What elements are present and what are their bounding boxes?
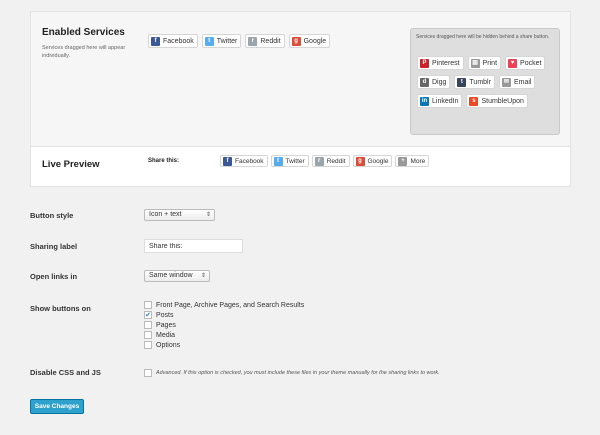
reddit-icon: r bbox=[248, 36, 258, 46]
enabled-services-section: Enabled Services Services dragged here w… bbox=[31, 12, 570, 146]
share-button-facebook[interactable]: f Facebook bbox=[148, 34, 198, 48]
show-buttons-option: ✔ Posts bbox=[144, 310, 304, 320]
share-button-label: More bbox=[410, 157, 426, 165]
facebook-icon: f bbox=[223, 156, 232, 166]
share-button-label: StumbleUpon bbox=[481, 97, 524, 105]
show-buttons-option-label: Pages bbox=[156, 321, 176, 329]
show-buttons-checkbox[interactable]: ✔ bbox=[144, 311, 152, 319]
live-preview-buttons: f Facebook t Twitter r Reddit g Google + More bbox=[220, 155, 430, 167]
show-buttons-checkbox[interactable] bbox=[144, 301, 152, 309]
email-icon: ✉ bbox=[501, 77, 511, 87]
share-button-label: Email bbox=[513, 78, 532, 86]
live-preview-title: Live Preview bbox=[42, 159, 100, 170]
show-buttons-option-label: Media bbox=[156, 331, 176, 339]
more-icon: + bbox=[398, 156, 408, 166]
select-arrows-icon: ⇕ bbox=[205, 212, 211, 218]
share-button-label: Twitter bbox=[285, 157, 305, 165]
share-button-reddit[interactable]: r Reddit bbox=[311, 155, 350, 167]
digg-icon: d bbox=[420, 77, 429, 87]
share-button-label: Facebook bbox=[163, 37, 194, 45]
open-links-label: Open links in bbox=[30, 272, 78, 281]
google-icon: g bbox=[291, 36, 301, 46]
share-button-google[interactable]: g Google bbox=[288, 34, 331, 48]
hidden-services-box: Services dragged here will be hidden beh… bbox=[410, 28, 560, 135]
share-button-label: Reddit bbox=[260, 37, 281, 45]
hidden-services-description: Services dragged here will be hidden beh… bbox=[416, 34, 550, 40]
show-buttons-option-label: Posts bbox=[156, 311, 174, 319]
share-button-digg[interactable]: d Digg bbox=[417, 75, 451, 89]
google-icon: g bbox=[355, 156, 365, 166]
share-button-label: Facebook bbox=[235, 157, 264, 165]
show-buttons-option: Options bbox=[144, 340, 304, 350]
share-button-label: Digg bbox=[432, 78, 447, 86]
share-button-label: Google bbox=[367, 157, 389, 165]
share-button-twitter[interactable]: t Twitter bbox=[201, 34, 242, 48]
show-buttons-options: Front Page, Archive Pages, and Search Re… bbox=[144, 300, 304, 350]
share-button-twitter[interactable]: t Twitter bbox=[270, 155, 309, 167]
share-button-label: Google bbox=[303, 37, 327, 45]
share-button-email[interactable]: ✉ Email bbox=[498, 75, 536, 89]
enabled-services-description: Services dragged here will appear indivi… bbox=[42, 45, 126, 59]
twitter-icon: t bbox=[204, 36, 214, 46]
select-arrows-icon: ⇕ bbox=[200, 273, 206, 279]
facebook-icon: f bbox=[151, 36, 160, 46]
sharing-label-label: Sharing label bbox=[30, 242, 78, 251]
share-button-tumblr[interactable]: t Tumblr bbox=[454, 75, 495, 89]
disable-css-row: Advanced. If this option is checked, you… bbox=[144, 369, 440, 377]
disable-css-help: Advanced. If this option is checked, you… bbox=[156, 370, 440, 376]
sharing-services-panel: Enabled Services Services dragged here w… bbox=[30, 11, 571, 187]
share-button-linkedin[interactable]: in LinkedIn bbox=[417, 94, 463, 108]
share-button-print[interactable]: ▤ Print bbox=[467, 56, 502, 70]
preview-share-label: Share this: bbox=[148, 158, 180, 164]
show-buttons-option-label: Front Page, Archive Pages, and Search Re… bbox=[156, 301, 305, 309]
show-buttons-option-label: Options bbox=[156, 341, 181, 349]
hidden-services-list: P Pinterest ▤ Print ♥ Pocket d Digg t Tumblr ✉ Emai… bbox=[417, 56, 559, 108]
stumbleupon-icon: s bbox=[469, 96, 479, 106]
tumblr-icon: t bbox=[457, 77, 467, 87]
enabled-services-title: Enabled Services bbox=[42, 27, 125, 38]
share-button-label: Tumblr bbox=[469, 78, 491, 86]
show-buttons-option: Media bbox=[144, 330, 304, 340]
share-button-google[interactable]: g Google bbox=[352, 155, 393, 167]
share-button-facebook[interactable]: f Facebook bbox=[220, 155, 268, 167]
pocket-icon: ♥ bbox=[508, 58, 518, 68]
share-button-more[interactable]: + More bbox=[395, 155, 430, 167]
pinterest-icon: P bbox=[420, 58, 429, 68]
print-icon: ▤ bbox=[470, 58, 480, 68]
share-button-stumbleupon[interactable]: s StumbleUpon bbox=[466, 94, 528, 108]
save-changes-button[interactable]: Save Changes bbox=[30, 399, 84, 414]
show-buttons-label: Show buttons on bbox=[30, 304, 91, 313]
show-buttons-checkbox[interactable] bbox=[144, 331, 152, 339]
button-style-label: Button style bbox=[30, 211, 74, 220]
share-button-label: Print bbox=[482, 59, 498, 67]
open-links-value: Same window bbox=[149, 272, 193, 279]
share-button-label: LinkedIn bbox=[432, 97, 459, 105]
linkedin-icon: in bbox=[420, 96, 429, 106]
disable-css-checkbox[interactable] bbox=[144, 369, 152, 377]
share-button-label: Reddit bbox=[326, 157, 346, 165]
share-button-pocket[interactable]: ♥ Pocket bbox=[505, 56, 546, 70]
disable-css-label: Disable CSS and JS bbox=[30, 368, 101, 377]
twitter-icon: t bbox=[273, 156, 283, 166]
enabled-services-list: f Facebook t Twitter r Reddit g Google bbox=[148, 34, 331, 48]
show-buttons-checkbox[interactable] bbox=[144, 321, 152, 329]
show-buttons-option: Pages bbox=[144, 320, 304, 330]
open-links-select[interactable]: Same window ⇕ bbox=[144, 270, 210, 282]
button-style-value: Icon + text bbox=[149, 211, 182, 218]
show-buttons-option: Front Page, Archive Pages, and Search Re… bbox=[144, 300, 304, 310]
show-buttons-checkbox[interactable] bbox=[144, 341, 152, 349]
reddit-icon: r bbox=[314, 156, 324, 166]
live-preview-section: Live Preview Share this: f Facebook t Twitt… bbox=[31, 146, 570, 186]
button-style-select[interactable]: Icon + text ⇕ bbox=[144, 209, 215, 221]
share-button-label: Twitter bbox=[216, 37, 238, 45]
share-button-label: Pinterest bbox=[432, 59, 460, 67]
share-button-label: Pocket bbox=[520, 59, 542, 67]
share-button-pinterest[interactable]: P Pinterest bbox=[417, 56, 464, 70]
sharing-label-input[interactable] bbox=[144, 239, 243, 253]
share-button-reddit[interactable]: r Reddit bbox=[245, 34, 285, 48]
